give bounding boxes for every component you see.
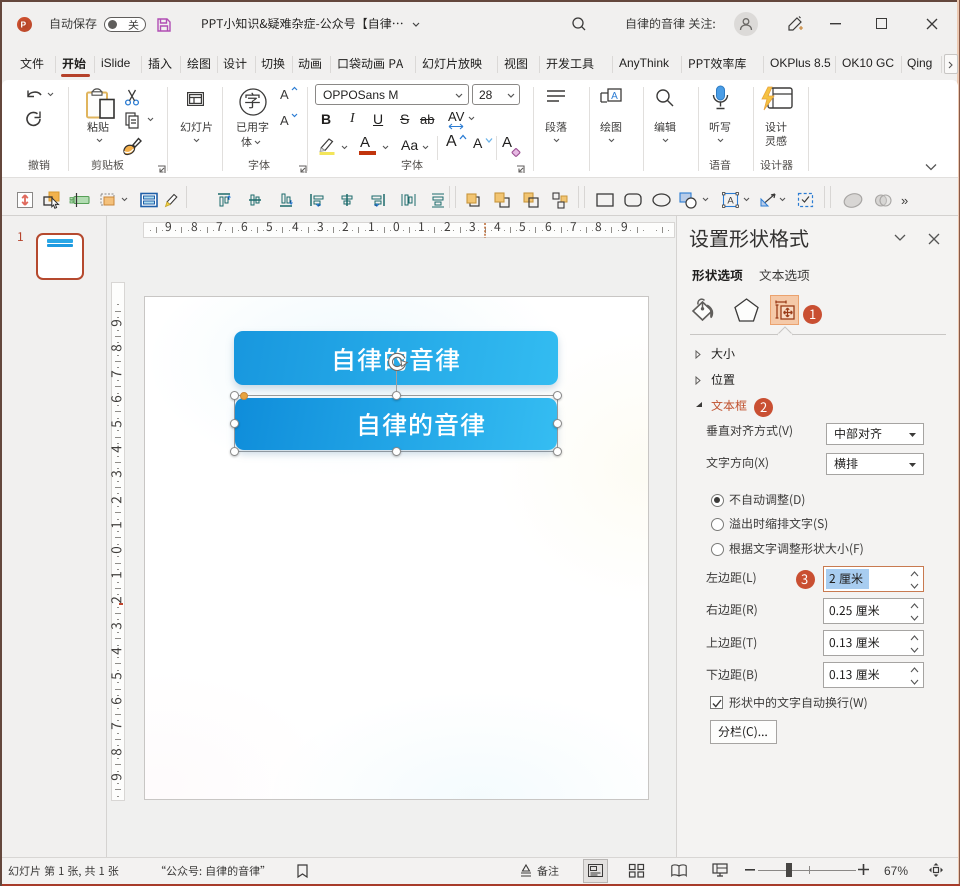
svg-text:P: P bbox=[21, 19, 27, 29]
svg-text:A: A bbox=[727, 196, 734, 207]
svg-text:A: A bbox=[611, 91, 618, 102]
